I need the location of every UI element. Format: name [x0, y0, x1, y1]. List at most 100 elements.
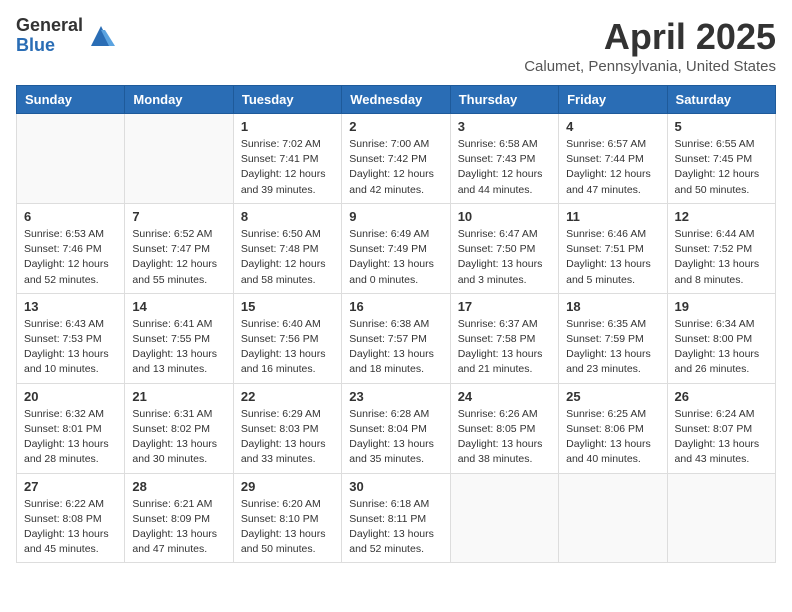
day-info: Sunrise: 6:58 AM Sunset: 7:43 PM Dayligh… — [458, 137, 551, 198]
day-number: 10 — [458, 209, 551, 224]
calendar-cell: 26Sunrise: 6:24 AM Sunset: 8:07 PM Dayli… — [667, 383, 775, 473]
logo-icon — [87, 22, 115, 50]
day-info: Sunrise: 6:40 AM Sunset: 7:56 PM Dayligh… — [241, 317, 334, 378]
logo-blue-text: Blue — [16, 36, 83, 56]
day-info: Sunrise: 6:29 AM Sunset: 8:03 PM Dayligh… — [241, 407, 334, 468]
calendar-cell: 3 Sunrise: 6:58 AM Sunset: 7:43 PM Daylig… — [450, 114, 558, 204]
calendar-cell: 28Sunrise: 6:21 AM Sunset: 8:09 PM Dayli… — [125, 473, 233, 563]
day-info: Sunrise: 6:41 AM Sunset: 7:55 PM Dayligh… — [132, 317, 225, 378]
day-number: 11 — [566, 209, 659, 224]
calendar-cell: 20Sunrise: 6:32 AM Sunset: 8:01 PM Dayli… — [17, 383, 125, 473]
day-info: Sunrise: 6:57 AM Sunset: 7:44 PM Dayligh… — [566, 137, 659, 198]
calendar-cell — [450, 473, 558, 563]
calendar-cell: 13 Sunrise: 6:43 AM Sunset: 7:53 PM Dayli… — [17, 293, 125, 383]
calendar-cell: 15Sunrise: 6:40 AM Sunset: 7:56 PM Dayli… — [233, 293, 341, 383]
day-number: 14 — [132, 299, 225, 314]
calendar-table: SundayMondayTuesdayWednesdayThursdayFrid… — [16, 85, 776, 563]
calendar-cell: 6 Sunrise: 6:53 AM Sunset: 7:46 PM Daylig… — [17, 203, 125, 293]
day-number: 3 — [458, 119, 551, 134]
calendar-cell: 12Sunrise: 6:44 AM Sunset: 7:52 PM Dayli… — [667, 203, 775, 293]
calendar-cell: 30 Sunrise: 6:18 AM Sunset: 8:11 PM Dayli… — [342, 473, 450, 563]
day-number: 2 — [349, 119, 442, 134]
weekday-header-friday: Friday — [559, 86, 667, 114]
day-number: 28 — [132, 479, 225, 494]
day-number: 30 — [349, 479, 442, 494]
calendar-cell: 27Sunrise: 6:22 AM Sunset: 8:08 PM Dayli… — [17, 473, 125, 563]
weekday-header-tuesday: Tuesday — [233, 86, 341, 114]
title-block: April 2025 Calumet, Pennsylvania, United… — [524, 16, 776, 75]
calendar-cell: 22 Sunrise: 6:29 AM Sunset: 8:03 PM Dayli… — [233, 383, 341, 473]
calendar-week-3: 13 Sunrise: 6:43 AM Sunset: 7:53 PM Dayli… — [17, 293, 776, 383]
day-info: Sunrise: 6:49 AM Sunset: 7:49 PM Dayligh… — [349, 227, 442, 288]
day-number: 8 — [241, 209, 334, 224]
day-number: 17 — [458, 299, 551, 314]
day-number: 18 — [566, 299, 659, 314]
day-number: 25 — [566, 389, 659, 404]
calendar-cell: 11 Sunrise: 6:46 AM Sunset: 7:51 PM Dayli… — [559, 203, 667, 293]
day-number: 7 — [132, 209, 225, 224]
calendar-cell — [125, 114, 233, 204]
weekday-header-row: SundayMondayTuesdayWednesdayThursdayFrid… — [17, 86, 776, 114]
calendar-cell: 18Sunrise: 6:35 AM Sunset: 7:59 PM Dayli… — [559, 293, 667, 383]
location: Calumet, Pennsylvania, United States — [524, 58, 776, 75]
day-info: Sunrise: 6:38 AM Sunset: 7:57 PM Dayligh… — [349, 317, 442, 378]
day-info: Sunrise: 6:20 AM Sunset: 8:10 PM Dayligh… — [241, 497, 334, 558]
calendar-cell: 9 Sunrise: 6:49 AM Sunset: 7:49 PM Daylig… — [342, 203, 450, 293]
calendar-cell: 17 Sunrise: 6:37 AM Sunset: 7:58 PM Dayli… — [450, 293, 558, 383]
day-number: 29 — [241, 479, 334, 494]
calendar-cell: 29 Sunrise: 6:20 AM Sunset: 8:10 PM Dayli… — [233, 473, 341, 563]
day-info: Sunrise: 6:25 AM Sunset: 8:06 PM Dayligh… — [566, 407, 659, 468]
day-info: Sunrise: 6:28 AM Sunset: 8:04 PM Dayligh… — [349, 407, 442, 468]
day-info: Sunrise: 6:26 AM Sunset: 8:05 PM Dayligh… — [458, 407, 551, 468]
calendar-cell: 23 Sunrise: 6:28 AM Sunset: 8:04 PM Dayli… — [342, 383, 450, 473]
month-title: April 2025 — [524, 16, 776, 58]
logo-general-text: General — [16, 16, 83, 36]
day-info: Sunrise: 6:37 AM Sunset: 7:58 PM Dayligh… — [458, 317, 551, 378]
day-number: 12 — [675, 209, 768, 224]
day-info: Sunrise: 6:53 AM Sunset: 7:46 PM Dayligh… — [24, 227, 117, 288]
calendar-cell: 10Sunrise: 6:47 AM Sunset: 7:50 PM Dayli… — [450, 203, 558, 293]
day-number: 4 — [566, 119, 659, 134]
calendar-week-2: 6 Sunrise: 6:53 AM Sunset: 7:46 PM Daylig… — [17, 203, 776, 293]
day-info: Sunrise: 6:22 AM Sunset: 8:08 PM Dayligh… — [24, 497, 117, 558]
weekday-header-thursday: Thursday — [450, 86, 558, 114]
day-info: Sunrise: 6:31 AM Sunset: 8:02 PM Dayligh… — [132, 407, 225, 468]
calendar-cell: 4 Sunrise: 6:57 AM Sunset: 7:44 PM Daylig… — [559, 114, 667, 204]
day-number: 21 — [132, 389, 225, 404]
day-info: Sunrise: 6:43 AM Sunset: 7:53 PM Dayligh… — [24, 317, 117, 378]
calendar-week-4: 20Sunrise: 6:32 AM Sunset: 8:01 PM Dayli… — [17, 383, 776, 473]
day-number: 9 — [349, 209, 442, 224]
day-info: Sunrise: 6:55 AM Sunset: 7:45 PM Dayligh… — [675, 137, 768, 198]
day-number: 16 — [349, 299, 442, 314]
calendar-week-5: 27Sunrise: 6:22 AM Sunset: 8:08 PM Dayli… — [17, 473, 776, 563]
calendar-cell: 2Sunrise: 7:00 AM Sunset: 7:42 PM Daylig… — [342, 114, 450, 204]
calendar-cell: 7Sunrise: 6:52 AM Sunset: 7:47 PM Daylig… — [125, 203, 233, 293]
day-number: 22 — [241, 389, 334, 404]
calendar-cell — [17, 114, 125, 204]
calendar-cell: 19 Sunrise: 6:34 AM Sunset: 8:00 PM Dayli… — [667, 293, 775, 383]
day-number: 19 — [675, 299, 768, 314]
calendar-cell: 5Sunrise: 6:55 AM Sunset: 7:45 PM Daylig… — [667, 114, 775, 204]
day-number: 24 — [458, 389, 551, 404]
day-info: Sunrise: 6:18 AM Sunset: 8:11 PM Dayligh… — [349, 497, 442, 558]
day-info: Sunrise: 6:50 AM Sunset: 7:48 PM Dayligh… — [241, 227, 334, 288]
day-number: 23 — [349, 389, 442, 404]
page-header: General Blue April 2025 Calumet, Pennsyl… — [16, 16, 776, 75]
day-info: Sunrise: 7:02 AM Sunset: 7:41 PM Dayligh… — [241, 137, 334, 198]
day-number: 26 — [675, 389, 768, 404]
day-number: 1 — [241, 119, 334, 134]
weekday-header-monday: Monday — [125, 86, 233, 114]
day-number: 20 — [24, 389, 117, 404]
calendar-cell: 16 Sunrise: 6:38 AM Sunset: 7:57 PM Dayli… — [342, 293, 450, 383]
calendar-cell: 24 Sunrise: 6:26 AM Sunset: 8:05 PM Dayli… — [450, 383, 558, 473]
calendar-cell: 25 Sunrise: 6:25 AM Sunset: 8:06 PM Dayli… — [559, 383, 667, 473]
calendar-cell — [559, 473, 667, 563]
day-info: Sunrise: 6:34 AM Sunset: 8:00 PM Dayligh… — [675, 317, 768, 378]
calendar-cell: 21 Sunrise: 6:31 AM Sunset: 8:02 PM Dayli… — [125, 383, 233, 473]
day-info: Sunrise: 6:46 AM Sunset: 7:51 PM Dayligh… — [566, 227, 659, 288]
day-number: 13 — [24, 299, 117, 314]
calendar-cell: 14 Sunrise: 6:41 AM Sunset: 7:55 PM Dayli… — [125, 293, 233, 383]
calendar-week-1: 1 Sunrise: 7:02 AM Sunset: 7:41 PM Daylig… — [17, 114, 776, 204]
day-number: 6 — [24, 209, 117, 224]
weekday-header-sunday: Sunday — [17, 86, 125, 114]
